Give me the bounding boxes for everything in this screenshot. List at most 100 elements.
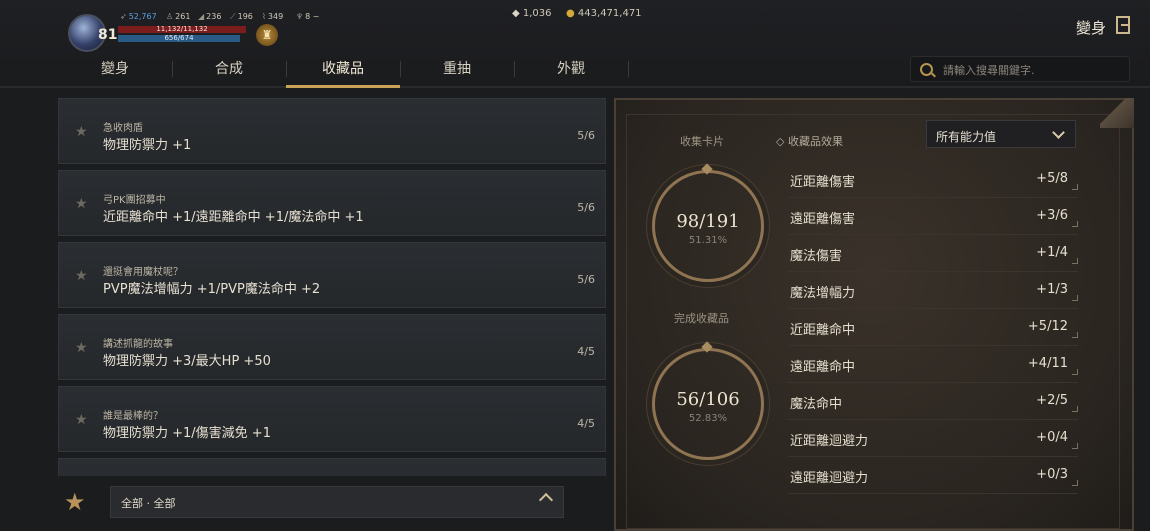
player-level: 81: [98, 27, 118, 43]
corner-tick-icon: [1072, 332, 1078, 338]
collection-count: 4/5: [577, 417, 595, 430]
favorite-star-icon[interactable]: ★: [75, 196, 88, 212]
clan-emblem-icon[interactable]: ♜: [256, 24, 278, 46]
effect-label: 近距離命中: [790, 323, 856, 338]
gold-value: 443,471,471: [577, 8, 642, 19]
stat-sword-value: 236: [206, 12, 222, 21]
collection-name: 弓PK團招募中: [103, 195, 166, 206]
tab-synthesis[interactable]: 合成: [172, 52, 286, 86]
chevron-down-icon[interactable]: [1052, 126, 1065, 139]
corner-tick-icon: [1072, 295, 1078, 301]
effect-label: 近距離迴避力: [790, 434, 869, 449]
corner-tick-icon: [1072, 369, 1078, 375]
favorite-star-icon[interactable]: ★: [75, 268, 88, 284]
favorites-filter-star-icon[interactable]: ★: [64, 488, 86, 516]
effect-row: 魔法命中 +2/5: [788, 382, 1078, 420]
corner-tick-icon: [1072, 258, 1078, 264]
collection-name: 誰是最棒的？: [103, 411, 163, 422]
stat-trophy-value: 8: [305, 12, 311, 21]
mp-text: 656/674: [164, 34, 194, 42]
effect-label: 遠距離迴避力: [790, 471, 869, 486]
effect-label: 遠距離命中: [790, 360, 856, 375]
stat-bow-value: 349: [267, 12, 284, 21]
favorite-star-icon[interactable]: ★: [75, 340, 88, 356]
effect-row: 近距離傷害 +5/8: [788, 160, 1078, 198]
effect-value: +5/12: [1027, 319, 1068, 334]
favorite-star-icon[interactable]: ★: [75, 412, 88, 428]
corner-tick-icon: [1072, 184, 1078, 190]
collection-count: 4/5: [577, 345, 595, 358]
tab-appearance[interactable]: 外觀: [514, 52, 628, 86]
collection-count: 5/6: [577, 129, 595, 142]
gem-currency: ◆ 1,036: [512, 8, 552, 19]
collection-item[interactable]: ★ 急收肉盾 物理防禦力 +1 5/6: [58, 98, 606, 164]
effect-value: +2/5: [1036, 393, 1068, 408]
wing-icon: ➶: [120, 12, 127, 21]
effect-value: +4/11: [1027, 356, 1068, 371]
mp-bar: 656/674: [118, 34, 240, 42]
sword-icon: ◢: [198, 12, 205, 21]
top-divider: [0, 86, 1150, 88]
effect-row: 遠距離命中 +4/11: [788, 345, 1078, 383]
collection-item[interactable]: ★ 弓PK團招募中 近距離命中 +1/遠距離命中 +1/魔法命中 +1 5/6: [58, 170, 606, 236]
person-icon: ♙: [166, 12, 174, 21]
collection-item[interactable]: ★ 誰是最棒的？ 物理防禦力 +1/傷害減免 +1 4/5: [58, 386, 606, 452]
stat-wing-value: 52,767: [128, 12, 157, 21]
effect-value: +5/8: [1036, 171, 1068, 186]
diamond-icon: ◇: [776, 135, 785, 148]
exit-icon[interactable]: [1116, 16, 1130, 34]
stat-dagger: ⟋ 196: [230, 12, 253, 22]
stat-dagger-value: 196: [237, 12, 253, 21]
chevron-up-icon[interactable]: [538, 492, 554, 508]
gold-coin-icon: ●: [566, 8, 575, 19]
collection-item[interactable]: ★ 講述抓龍的故事 物理防禦力 +3/最大HP +50 4/5: [58, 314, 606, 380]
trophy-icon: ♆: [296, 12, 304, 21]
completed-progress-ring: 56/106 52.83%: [652, 341, 764, 460]
effect-row: 近距離迴避力 +0/4: [788, 419, 1078, 457]
collection-list[interactable]: ★ 急收肉盾 物理防禦力 +1 5/6 ★ 弓PK團招募中 近距離命中 +1/遠…: [58, 98, 606, 476]
collection-name: 講述抓龍的故事: [103, 339, 173, 350]
corner-tick-icon: [1072, 221, 1078, 227]
tab-separator: [628, 61, 629, 77]
tab-reroll[interactable]: 重抽: [400, 52, 514, 86]
gem-value: 1,036: [522, 8, 552, 19]
effect-value: +0/3: [1036, 467, 1068, 482]
completed-percent: 52.83%: [688, 413, 728, 424]
corner-tick-icon: [1072, 480, 1078, 486]
effect-value: +1/4: [1036, 245, 1068, 260]
collection-effect: 物理防禦力 +3/最大HP +50: [103, 354, 271, 369]
search-input[interactable]: [941, 60, 1125, 80]
ability-filter-value: 所有能力值: [936, 130, 997, 144]
collection-item[interactable]: ★ 還挺會用魔杖呢？ PVP魔法增幅力 +1/PVP魔法命中 +2 5/6: [58, 242, 606, 308]
filter-dropdown[interactable]: 全部 · 全部: [110, 486, 564, 518]
stat-person-value: 261: [175, 12, 191, 21]
effect-label: 近距離傷害: [790, 175, 856, 190]
effect-value: +0/4: [1036, 430, 1068, 445]
effects-header: ◇ 收藏品效果: [776, 133, 843, 149]
filter-label: 全部 · 全部: [121, 497, 176, 510]
hp-bar: 11,132/11,132: [118, 25, 246, 33]
ability-filter-dropdown[interactable]: 所有能力值: [926, 120, 1076, 148]
collection-effect: 物理防禦力 +1/傷害減免 +1: [103, 426, 271, 441]
effect-row: 遠距離傷害 +3/6: [788, 197, 1078, 235]
effect-value: +1/3: [1036, 282, 1068, 297]
tab-transform[interactable]: 變身: [58, 52, 172, 86]
collection-item[interactable]: [58, 458, 606, 476]
gem-icon: ◆: [512, 8, 520, 19]
effect-row: 魔法傷害 +1/4: [788, 234, 1078, 272]
effects-header-label: 收藏品效果: [787, 135, 843, 148]
effect-label: 遠距離傷害: [790, 212, 856, 227]
cards-progress-ring: 98/191 51.31%: [652, 163, 764, 282]
stat-sword: ◢ 236: [198, 12, 221, 21]
hp-text: 11,132/11,132: [156, 25, 208, 33]
search-box[interactable]: [910, 56, 1130, 82]
collection-name: 還挺會用魔杖呢？: [103, 267, 183, 278]
search-icon[interactable]: [920, 63, 933, 76]
collection-count: 5/6: [577, 273, 595, 286]
favorite-star-icon[interactable]: ★: [75, 124, 88, 140]
effect-label: 魔法增幅力: [790, 286, 856, 301]
gold-currency: ● 443,471,471: [566, 8, 642, 19]
effect-label: 魔法命中: [790, 397, 843, 412]
cards-value: 98/191: [676, 211, 740, 232]
tab-collection[interactable]: 收藏品: [286, 52, 400, 88]
